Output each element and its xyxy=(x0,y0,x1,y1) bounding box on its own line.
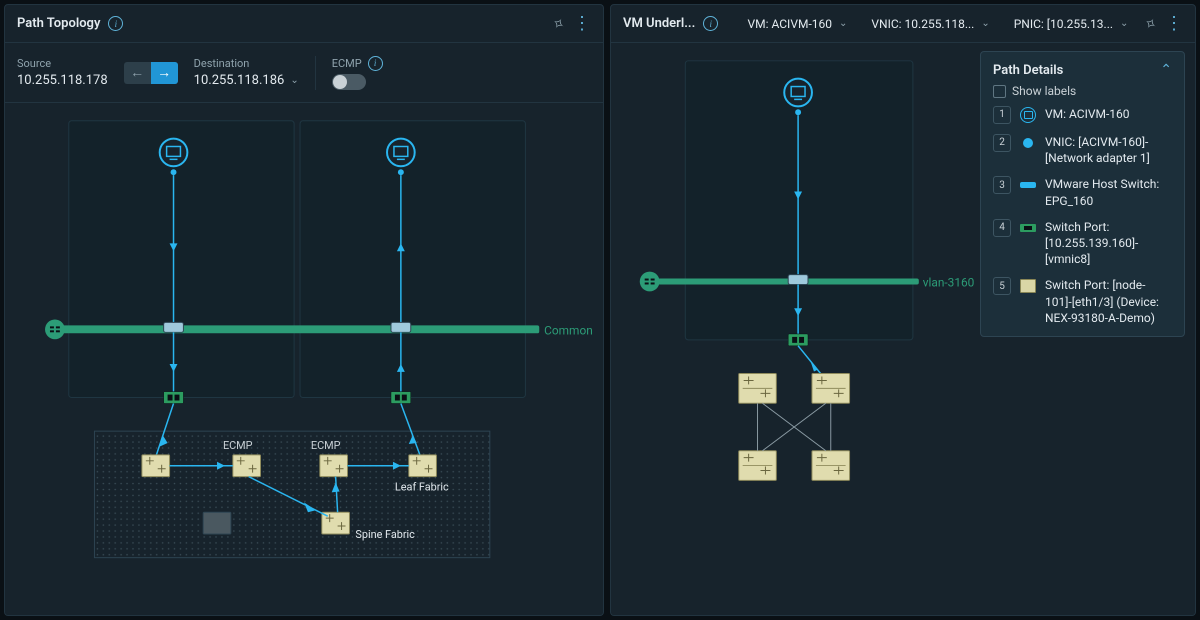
direction-left[interactable]: ← xyxy=(124,62,151,84)
right-panel-title: VM Underl... xyxy=(623,16,695,31)
ecmp-field: ECMP i xyxy=(332,56,383,90)
path-step-1[interactable]: 1 VM: ACIVM-160 xyxy=(993,106,1172,124)
ecmp-label-2: ECMP xyxy=(311,439,341,452)
info-icon[interactable]: i xyxy=(108,16,123,31)
vnic-icon xyxy=(1019,134,1037,152)
source-value: 10.255.118.178 xyxy=(17,73,108,88)
source-vm-node[interactable] xyxy=(160,139,188,167)
ecmp-label-1: ECMP xyxy=(223,439,253,452)
switch-icon xyxy=(1019,277,1037,295)
leaf-switch-4[interactable] xyxy=(409,455,437,477)
leaf-switch-2[interactable] xyxy=(233,455,261,477)
source-label: Source xyxy=(17,57,108,70)
source-field: Source 10.255.118.178 xyxy=(17,57,108,88)
dest-vm-node[interactable] xyxy=(387,139,415,167)
pnic-dropdown[interactable]: PNIC: [10.255.13...⌄ xyxy=(1006,11,1137,37)
leaf-switch-3[interactable] xyxy=(320,455,348,477)
direction-right[interactable]: → xyxy=(151,62,178,84)
chevron-down-icon: ⌄ xyxy=(1120,18,1128,29)
leaf-switch-b[interactable] xyxy=(812,374,850,404)
path-step-4[interactable]: 4 Switch Port: [10.255.139.160]-[vmnic8] xyxy=(993,219,1172,268)
path-step-3[interactable]: 3 VMware Host Switch: EPG_160 xyxy=(993,176,1172,208)
left-panel-header: Path Topology i ✧ ⋮ xyxy=(5,5,603,43)
show-labels-checkbox[interactable]: Show labels xyxy=(993,84,1172,98)
kebab-icon[interactable]: ⋮ xyxy=(573,15,591,33)
chevron-down-icon: ⌄ xyxy=(839,18,847,29)
path-step-5[interactable]: 5 Switch Port: [node-101]-[eth1/3] (Devi… xyxy=(993,277,1172,326)
host-switch-icon xyxy=(1019,176,1037,194)
vm-dropdown[interactable]: VM: ACIVM-160⌄ xyxy=(739,11,855,37)
spine-switch-b[interactable] xyxy=(812,451,850,481)
leaf-fabric-label: Leaf Fabric xyxy=(395,480,449,493)
spine-fabric-label: Spine Fabric xyxy=(355,528,415,541)
destination-field: Destination 10.255.118.186 ⌄ xyxy=(194,57,299,88)
info-icon[interactable]: i xyxy=(703,16,718,31)
right-switch-port[interactable] xyxy=(788,334,808,346)
switch-port-icon xyxy=(1019,219,1037,237)
divider xyxy=(315,56,316,90)
vm-node[interactable] xyxy=(784,79,812,107)
destination-value: 10.255.118.186 xyxy=(194,73,285,88)
path-topology-panel: Path Topology i ✧ ⋮ Source 10.255.118.17… xyxy=(4,4,604,616)
right-panel-header: VM Underl... i VM: ACIVM-160⌄ VNIC: 10.2… xyxy=(611,5,1195,43)
collapse-icon[interactable]: ⌃ xyxy=(1160,62,1172,78)
left-panel-title: Path Topology xyxy=(17,16,100,31)
path-details-title: Path Details xyxy=(993,63,1063,78)
vlan-band-label: vlan-3160 xyxy=(923,275,975,289)
left-controls: Source 10.255.118.178 ← → Destination 10… xyxy=(5,43,603,103)
chevron-down-icon: ⌄ xyxy=(981,18,989,29)
ecmp-label: ECMP xyxy=(332,57,362,70)
ecmp-toggle[interactable] xyxy=(332,74,366,90)
dest-switch-port[interactable] xyxy=(391,392,411,404)
kebab-icon[interactable]: ⋮ xyxy=(1165,15,1183,33)
leaf-switch-1[interactable] xyxy=(142,455,170,477)
vm-icon xyxy=(1019,106,1037,124)
info-icon[interactable]: i xyxy=(368,56,383,71)
vm-underlay-panel: VM Underl... i VM: ACIVM-160⌄ VNIC: 10.2… xyxy=(610,4,1196,616)
direction-toggle[interactable]: ← → xyxy=(124,62,178,84)
leaf-switch-a[interactable] xyxy=(739,374,777,404)
spine-switch-a[interactable] xyxy=(739,451,777,481)
pin-icon[interactable]: ✧ xyxy=(1141,13,1161,35)
pin-icon[interactable]: ✧ xyxy=(549,13,569,35)
checkbox-icon xyxy=(993,85,1006,98)
source-switch-port[interactable] xyxy=(164,392,184,404)
common-band-label: Common xyxy=(544,323,593,337)
chevron-down-icon[interactable]: ⌄ xyxy=(290,75,298,86)
destination-label: Destination xyxy=(194,57,299,70)
left-topology-svg: Common xyxy=(5,103,603,615)
path-details-panel: Path Details ⌃ Show labels 1 VM: ACIVM-1… xyxy=(980,51,1185,337)
vnic-dropdown[interactable]: VNIC: 10.255.118...⌄ xyxy=(863,11,997,37)
left-canvas[interactable]: Common xyxy=(5,103,603,615)
path-step-2[interactable]: 2 VNIC: [ACIVM-160]-[Network adapter 1] xyxy=(993,134,1172,166)
